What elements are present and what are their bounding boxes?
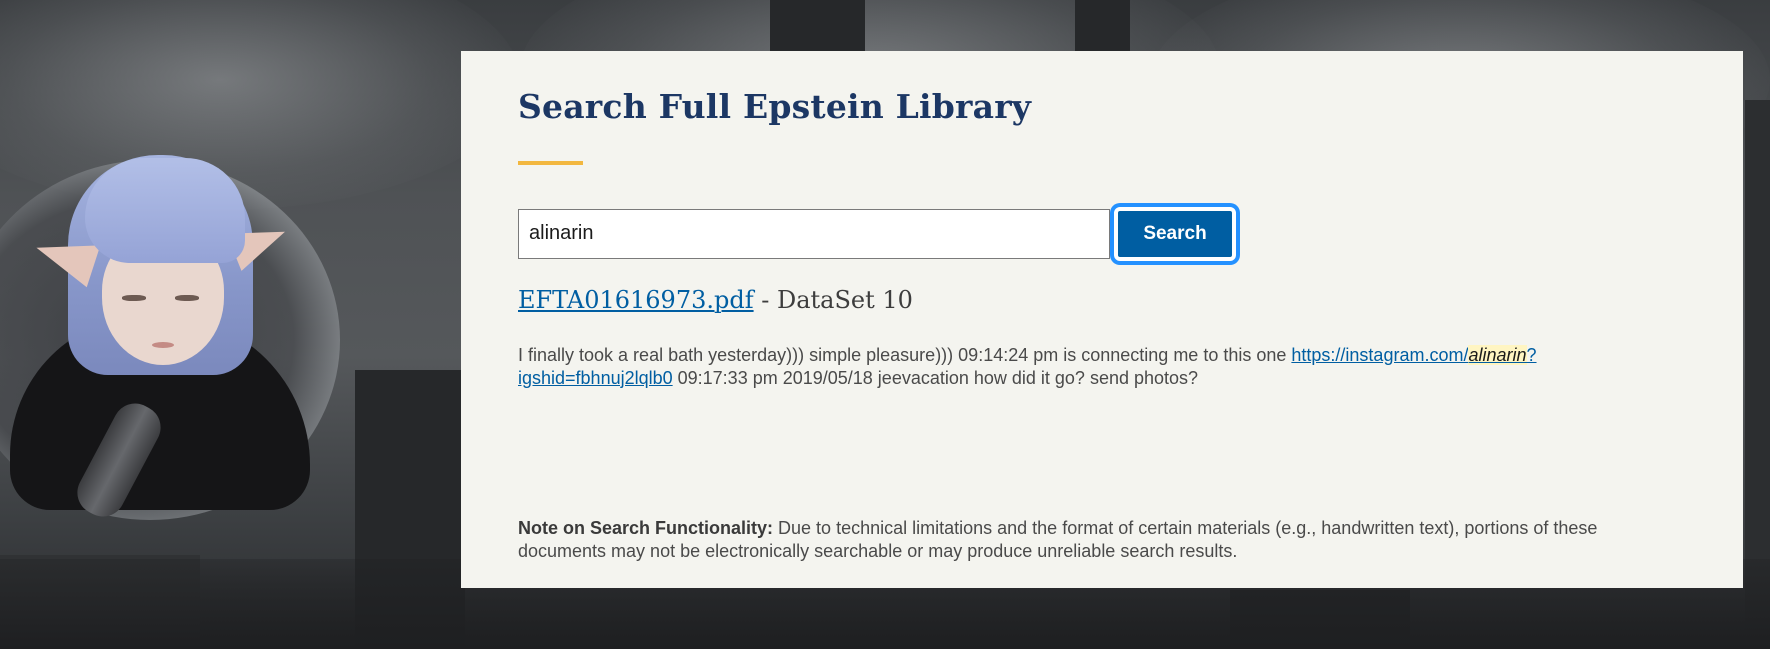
search-panel: Search Full Epstein Library Search EFTA0…	[461, 51, 1743, 588]
search-button[interactable]: Search	[1114, 206, 1236, 261]
eye-left	[122, 295, 146, 301]
streamer-webcam	[0, 150, 340, 525]
title-accent-rule	[518, 160, 583, 165]
result-file-link[interactable]: EFTA01616973.pdf	[518, 286, 754, 314]
lips	[152, 342, 174, 348]
search-term-highlight: alinarin	[1468, 344, 1527, 365]
search-input[interactable]	[518, 208, 1110, 259]
result-heading: EFTA01616973.pdf - DataSet 10	[518, 285, 1687, 316]
search-functionality-note: Note on Search Functionality: Due to tec…	[518, 517, 1683, 563]
search-form: Search	[518, 206, 1687, 261]
link-prefix: https://instagram.com/	[1291, 344, 1469, 365]
result-dataset: - DataSet 10	[761, 285, 913, 314]
snippet-text-after: 09:17:33 pm 2019/05/18 jeevacation how d…	[672, 367, 1199, 388]
eye-right	[175, 295, 199, 301]
hair-bangs	[85, 158, 245, 263]
page-title: Search Full Epstein Library	[518, 87, 1032, 126]
result-snippet: I finally took a real bath yesterday))) …	[518, 344, 1678, 390]
snippet-text-before: I finally took a real bath yesterday))) …	[518, 344, 1292, 365]
note-label: Note on Search Functionality:	[518, 518, 774, 538]
